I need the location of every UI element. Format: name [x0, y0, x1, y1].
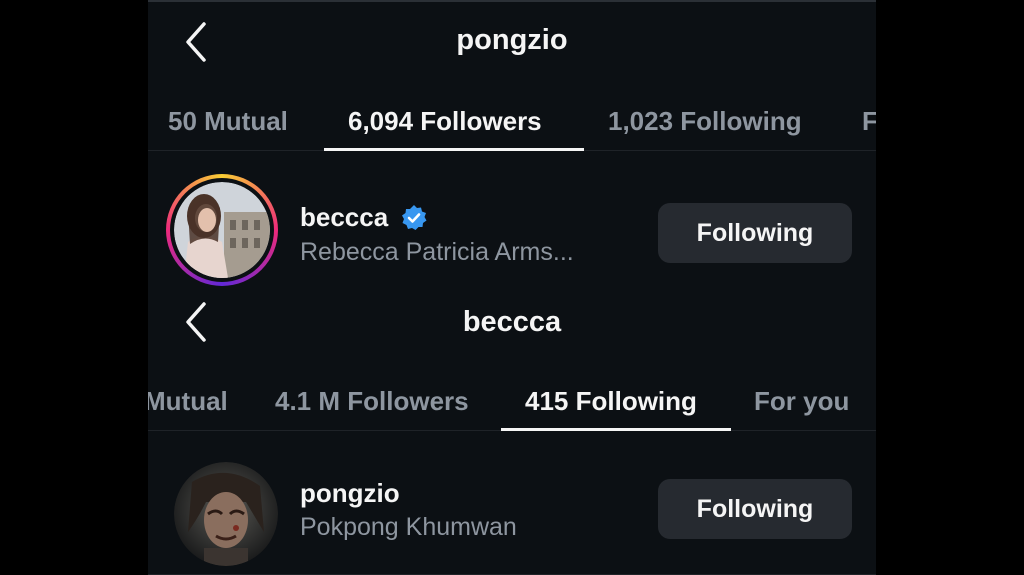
tab-following[interactable]: 415 Following [525, 378, 697, 430]
tab-following[interactable]: 1,023 Following [608, 98, 802, 150]
tab-bar: 50 Mutual 6,094 Followers 1,023 Followin… [148, 98, 876, 151]
following-screen-beccca: beccca Mutual 4.1 M Followers 415 Follow… [148, 298, 876, 575]
list-item[interactable]: pongzio Pokpong Khumwan Following [148, 448, 876, 575]
full-name: Pokpong Khumwan [300, 513, 517, 541]
tab-mutual[interactable]: Mutual [148, 378, 228, 430]
full-name: Rebecca Patricia Arms... [300, 238, 574, 266]
page-title: beccca [462, 306, 562, 338]
tab-bar: Mutual 4.1 M Followers 415 Following For… [148, 378, 876, 431]
tab-followers[interactable]: 6,094 Followers [348, 98, 542, 150]
tab-for-you[interactable]: F [862, 98, 876, 150]
tab-followers[interactable]: 4.1 M Followers [275, 378, 469, 430]
list-item[interactable]: beccca Rebecca Patricia Arms... Followin… [148, 168, 876, 298]
following-button[interactable]: Following [658, 479, 852, 539]
page-title: pongzio [456, 24, 568, 56]
tab-for-you[interactable]: For you [754, 378, 849, 430]
avatar [174, 182, 270, 278]
avatar-story-ring[interactable] [166, 174, 278, 286]
username[interactable]: pongzio [300, 478, 400, 509]
tab-mutual[interactable]: 50 Mutual [168, 98, 288, 150]
verified-badge-icon [402, 205, 427, 230]
following-button[interactable]: Following [658, 203, 852, 263]
active-tab-indicator [324, 148, 584, 151]
followers-screen-pongzio: pongzio 50 Mutual 6,094 Followers 1,023 … [148, 0, 876, 298]
active-tab-indicator [501, 428, 731, 431]
avatar[interactable] [174, 462, 278, 566]
username[interactable]: beccca [300, 202, 388, 233]
